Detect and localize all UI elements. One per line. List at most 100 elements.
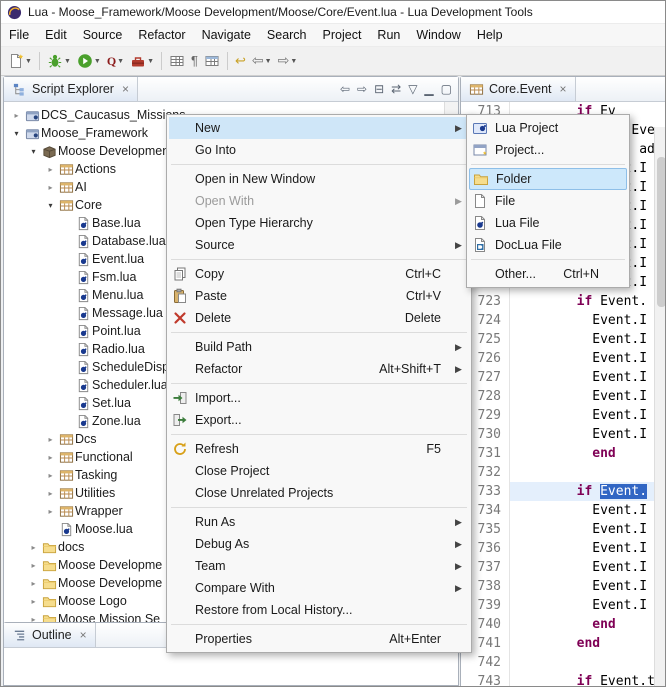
close-icon[interactable]: × <box>80 628 87 642</box>
format-button[interactable]: ¶ <box>188 47 201 75</box>
chevron-right-icon[interactable]: ▸ <box>44 435 57 444</box>
forward-arrow-icon[interactable]: ⇨ <box>355 81 369 97</box>
context-menu-item-close-unrelated-projects[interactable]: Close Unrelated Projects <box>169 482 469 504</box>
submenu-item-other[interactable]: Other...Ctrl+N <box>469 263 627 285</box>
module-icon <box>57 198 75 213</box>
submenu-item-file[interactable]: File <box>469 190 627 212</box>
tab-outline[interactable]: Outline × <box>4 623 96 647</box>
forward-button[interactable]: ⇨▼ <box>275 47 301 75</box>
code-text: Event.I <box>510 425 666 444</box>
minimize-icon[interactable]: ▁ <box>422 81 435 97</box>
context-menu-item-build-path[interactable]: Build Path▶ <box>169 336 469 358</box>
dropdown-caret-icon[interactable]: ▼ <box>25 58 32 65</box>
chevron-down-icon[interactable]: ▾ <box>44 201 57 210</box>
submenu-item-lua-project[interactable]: Lua Project <box>469 117 627 139</box>
dropdown-caret-icon[interactable]: ▼ <box>290 58 297 65</box>
chevron-right-icon[interactable]: ▸ <box>44 183 57 192</box>
menu-item-label: Compare With <box>191 581 275 595</box>
context-menu-item-debug-as[interactable]: Debug As▶ <box>169 533 469 555</box>
menu-separator <box>471 259 625 260</box>
chevron-right-icon[interactable]: ▸ <box>27 579 40 588</box>
new-wizard-button[interactable]: ▼ <box>5 47 35 75</box>
maximize-icon[interactable]: ▢ <box>439 81 454 97</box>
submenu-item-folder[interactable]: Folder <box>469 168 627 190</box>
toolbar-separator <box>161 52 162 70</box>
submenu-item-project[interactable]: Project... <box>469 139 627 161</box>
menu-item-label: Export... <box>191 413 242 427</box>
tab-core-event[interactable]: Core.Event × <box>461 77 576 101</box>
submenu-item-doclua-file[interactable]: DocLua File <box>469 234 627 256</box>
menubar-search[interactable]: Search <box>259 25 315 45</box>
chevron-right-icon[interactable]: ▸ <box>27 561 40 570</box>
menubar-window[interactable]: Window <box>408 25 468 45</box>
tab-script-explorer[interactable]: Script Explorer × <box>4 77 138 101</box>
context-menu-item-open-in-new-window[interactable]: Open in New Window <box>169 168 469 190</box>
context-menu-item-export[interactable]: Export... <box>169 409 469 431</box>
menubar-project[interactable]: Project <box>315 25 370 45</box>
context-menu-item-compare-with[interactable]: Compare With▶ <box>169 577 469 599</box>
collapse-all-icon[interactable]: ⊟ <box>372 81 386 97</box>
chevron-right-icon[interactable]: ▸ <box>44 471 57 480</box>
external-tools-button[interactable]: ▼ <box>127 47 157 75</box>
context-menu-item-team[interactable]: Team▶ <box>169 555 469 577</box>
link-with-editor-icon[interactable]: ⇄ <box>389 81 403 97</box>
outline-toggle-button[interactable] <box>201 47 223 75</box>
chevron-right-icon[interactable]: ▸ <box>44 489 57 498</box>
code-text: end <box>510 444 666 463</box>
back-arrow-icon[interactable]: ⇦ <box>338 81 352 97</box>
context-menu-item-properties[interactable]: PropertiesAlt+Enter <box>169 628 469 650</box>
menubar-edit[interactable]: Edit <box>37 25 75 45</box>
coverage-button[interactable]: Q▼ <box>104 47 127 75</box>
dropdown-caret-icon[interactable]: ▼ <box>265 58 272 65</box>
submenu-item-lua-file[interactable]: Lua File <box>469 212 627 234</box>
chevron-right-icon[interactable]: ▸ <box>44 453 57 462</box>
context-menu-item-refactor[interactable]: RefactorAlt+Shift+T▶ <box>169 358 469 380</box>
menubar-run[interactable]: Run <box>369 25 408 45</box>
lua-file-icon <box>469 215 491 231</box>
dropdown-caret-icon[interactable]: ▼ <box>117 58 124 65</box>
chevron-right-icon[interactable]: ▸ <box>10 111 23 120</box>
close-icon[interactable]: × <box>122 82 129 96</box>
chevron-right-icon[interactable]: ▸ <box>27 597 40 606</box>
menubar-help[interactable]: Help <box>469 25 511 45</box>
menubar-file[interactable]: File <box>1 25 37 45</box>
back-button[interactable]: ⇦▼ <box>249 47 275 75</box>
context-menu-item-run-as[interactable]: Run As▶ <box>169 511 469 533</box>
new-file-icon <box>8 53 24 69</box>
editor-scrollbar-thumb[interactable] <box>657 157 666 307</box>
chevron-down-icon[interactable]: ▾ <box>10 129 23 138</box>
run-button[interactable]: ▼ <box>74 47 104 75</box>
context-menu-item-paste[interactable]: PasteCtrl+V <box>169 285 469 307</box>
chevron-down-icon[interactable]: ▾ <box>27 147 40 156</box>
context-menu-item-go-into[interactable]: Go Into <box>169 139 469 161</box>
context-menu-item-import[interactable]: Import... <box>169 387 469 409</box>
close-icon[interactable]: × <box>560 82 567 96</box>
menubar-refactor[interactable]: Refactor <box>130 25 193 45</box>
context-menu-item-source[interactable]: Source▶ <box>169 234 469 256</box>
last-edit-location-button[interactable]: ↩ <box>232 47 249 75</box>
dropdown-caret-icon[interactable]: ▼ <box>147 58 154 65</box>
menubar-source[interactable]: Source <box>75 25 131 45</box>
lua-file-icon <box>74 288 92 303</box>
chevron-right-icon[interactable]: ▸ <box>27 543 40 552</box>
context-menu-item-close-project[interactable]: Close Project <box>169 460 469 482</box>
dropdown-caret-icon[interactable]: ▼ <box>94 58 101 65</box>
context-menu-item-delete[interactable]: DeleteDelete <box>169 307 469 329</box>
context-menu-item-restore-from-local-history[interactable]: Restore from Local History... <box>169 599 469 621</box>
lua-doc-button[interactable] <box>166 47 188 75</box>
lua-file-icon <box>74 414 92 429</box>
context-menu-item-open-type-hierarchy[interactable]: Open Type Hierarchy <box>169 212 469 234</box>
chevron-right-icon[interactable]: ▸ <box>44 507 57 516</box>
tree-item-label: Point.lua <box>92 324 141 338</box>
debug-button[interactable]: ▼ <box>44 47 74 75</box>
folder-icon <box>40 540 58 555</box>
menubar-navigate[interactable]: Navigate <box>194 25 259 45</box>
editor-scrollbar[interactable] <box>654 127 666 687</box>
dropdown-caret-icon[interactable]: ▼ <box>64 58 71 65</box>
view-menu-icon[interactable]: ▽ <box>406 81 419 97</box>
chevron-right-icon[interactable]: ▸ <box>44 165 57 174</box>
context-menu-item-new[interactable]: New▶ <box>169 117 469 139</box>
lua-file-icon <box>74 216 92 231</box>
context-menu-item-copy[interactable]: CopyCtrl+C <box>169 263 469 285</box>
context-menu-item-refresh[interactable]: RefreshF5 <box>169 438 469 460</box>
